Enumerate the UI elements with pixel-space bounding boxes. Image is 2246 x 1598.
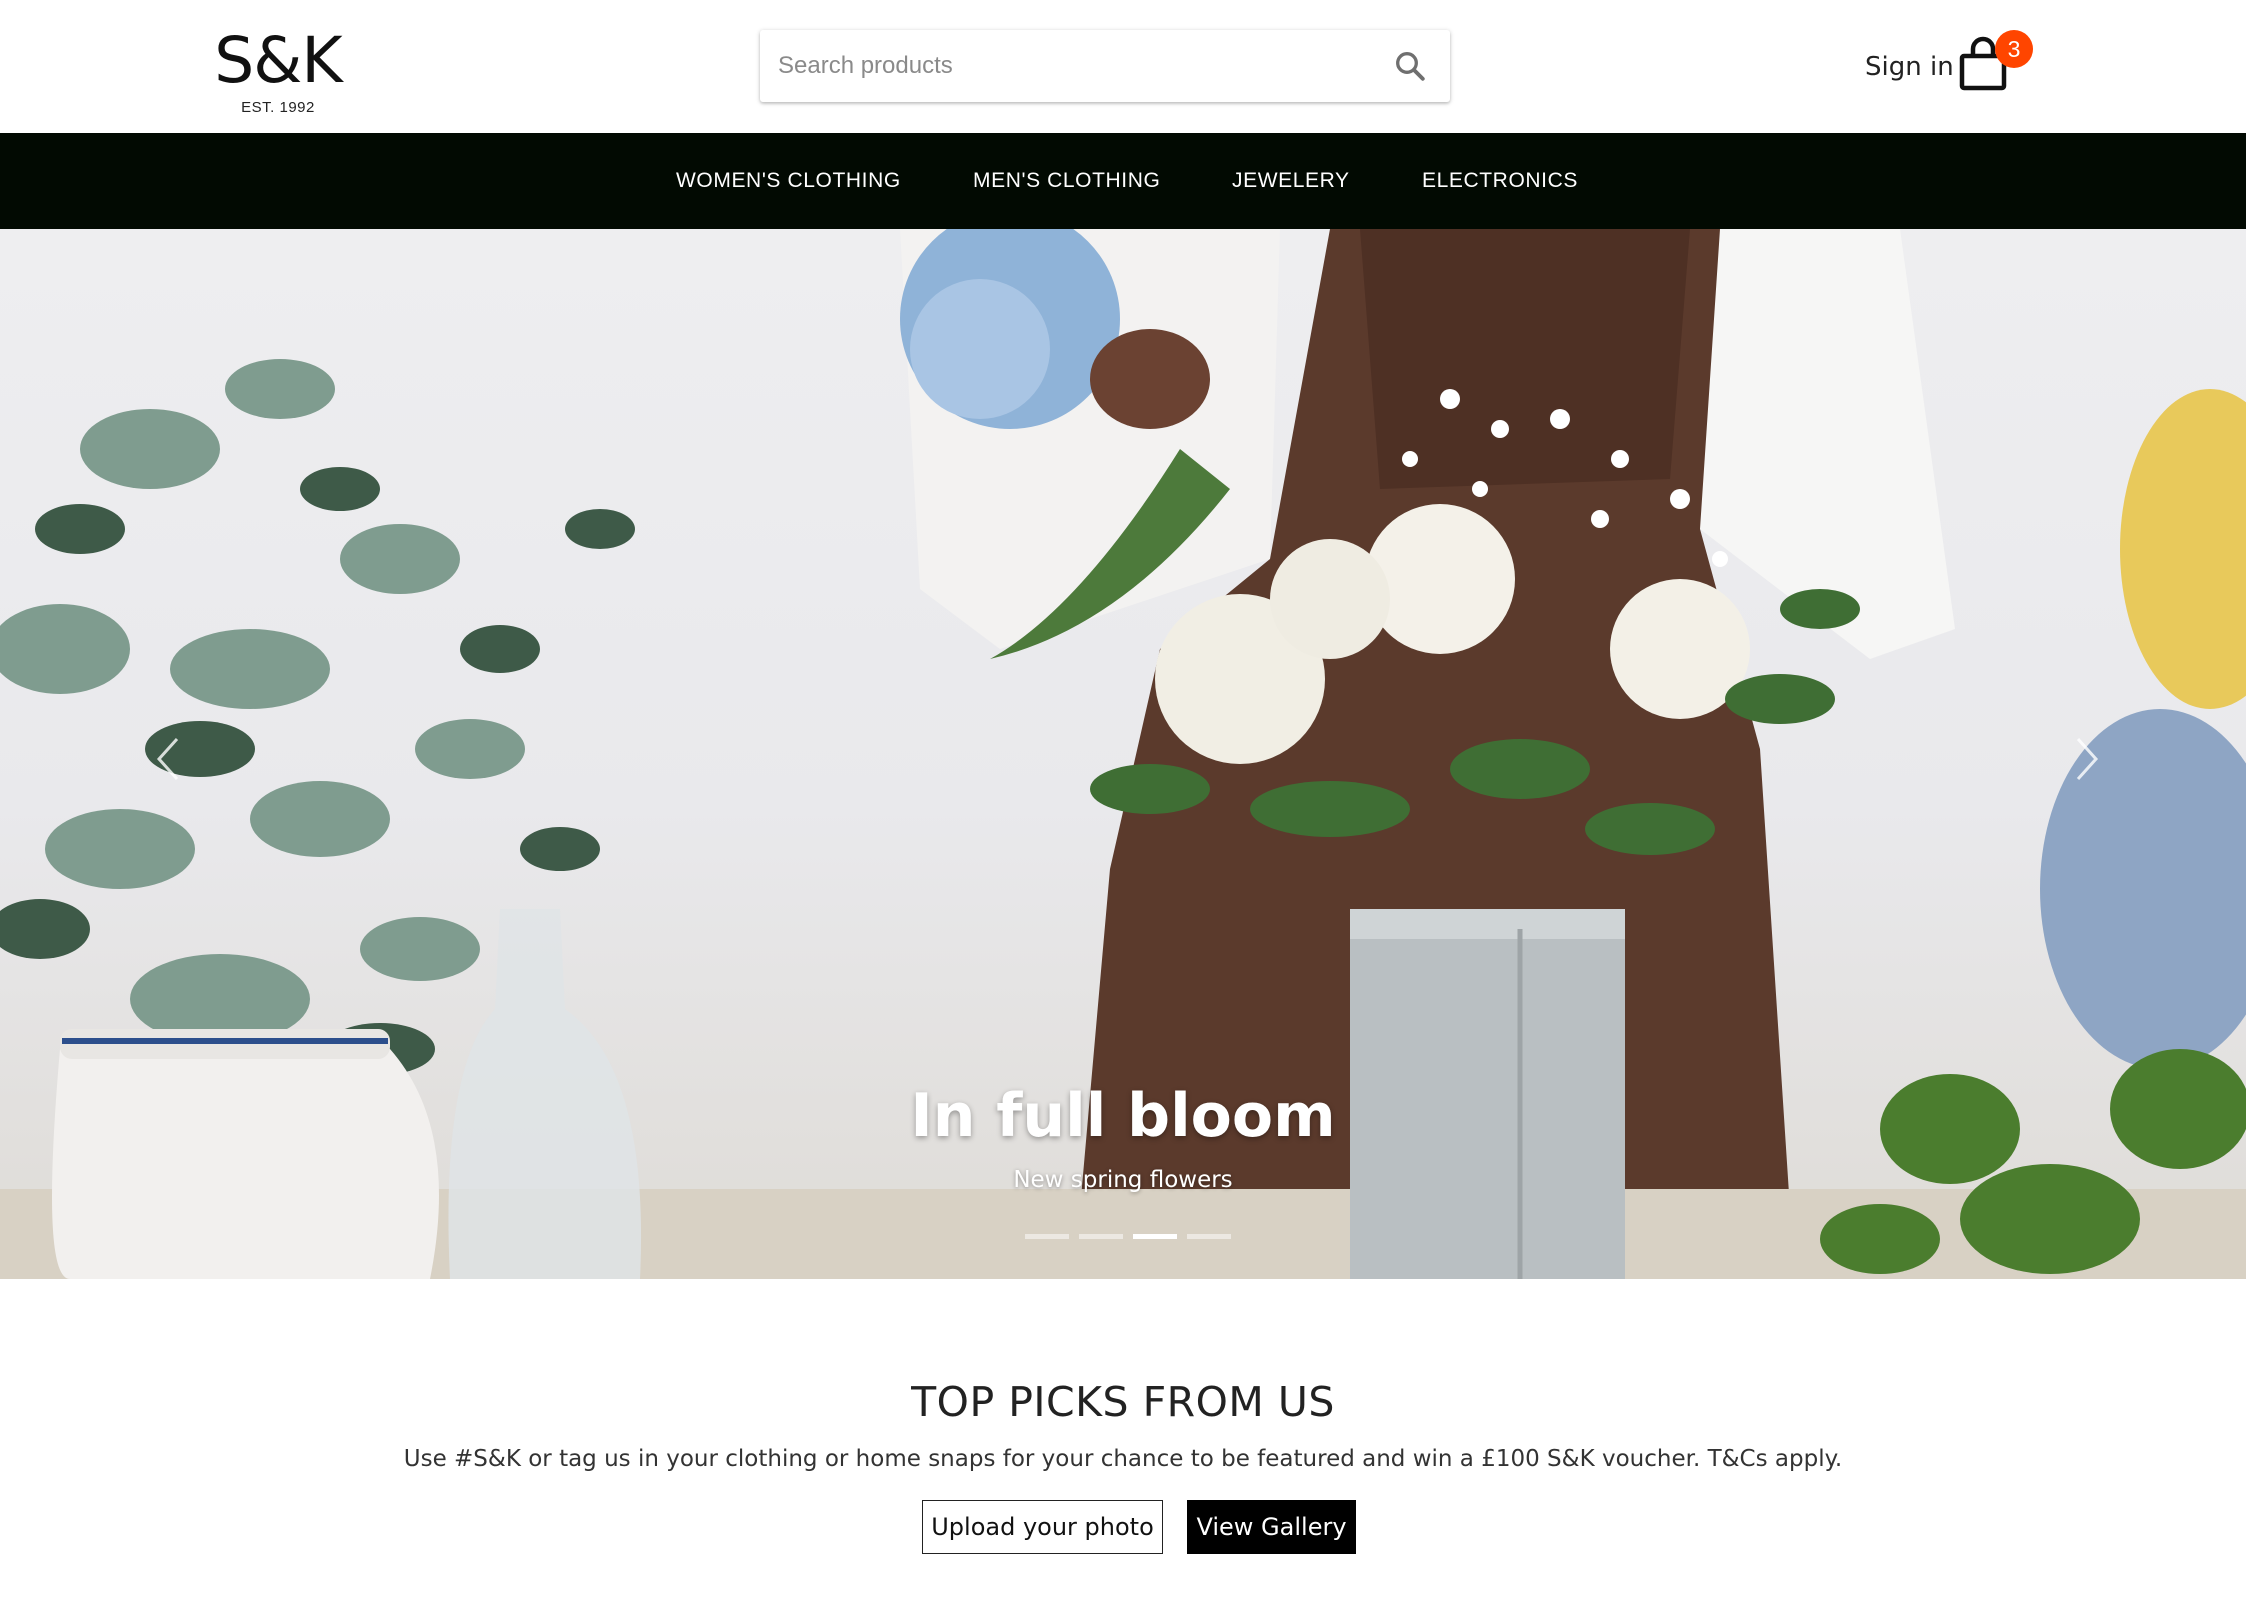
upload-photo-button[interactable]: Upload your photo (922, 1500, 1163, 1554)
logo-subtext: EST. 1992 (241, 99, 315, 116)
chevron-left-icon[interactable] (145, 729, 195, 789)
section-description: Use #S&K or tag us in your clothing or h… (403, 1446, 1843, 1472)
nav-item-womens-clothing[interactable]: WOMEN'S CLOTHING (676, 169, 901, 193)
cart-count-badge: 3 (1995, 30, 2033, 68)
site-logo[interactable]: S&K EST. 1992 (208, 26, 348, 117)
search-icon[interactable] (1392, 48, 1428, 84)
nav-item-electronics[interactable]: ELECTRONICS (1422, 169, 1578, 193)
carousel-indicator-active[interactable] (1133, 1234, 1177, 1239)
nav-item-jewelery[interactable]: JEWELERY (1232, 169, 1350, 193)
sign-in-link[interactable]: Sign in (1865, 52, 1954, 82)
carousel-indicator[interactable] (1079, 1234, 1123, 1239)
section-title: TOP PICKS FROM US (911, 1378, 1335, 1426)
hero-carousel: In full bloom New spring flowers (0, 229, 2246, 1279)
chevron-right-icon[interactable] (2060, 729, 2110, 789)
carousel-indicator[interactable] (1025, 1234, 1069, 1239)
nav-item-mens-clothing[interactable]: MEN'S CLOTHING (973, 169, 1160, 193)
category-nav: WOMEN'S CLOTHING MEN'S CLOTHING JEWELERY… (0, 133, 2246, 229)
site-header: S&K EST. 1992 Sign in 3 (0, 0, 2246, 133)
search-input[interactable] (778, 30, 1338, 102)
hero-subtitle: New spring flowers (1013, 1167, 1233, 1193)
view-gallery-button[interactable]: View Gallery (1187, 1500, 1356, 1554)
search-box (760, 30, 1450, 102)
logo-text: S&K (214, 24, 342, 97)
carousel-indicator[interactable] (1187, 1234, 1231, 1239)
hero-title: In full bloom (910, 1081, 1336, 1151)
